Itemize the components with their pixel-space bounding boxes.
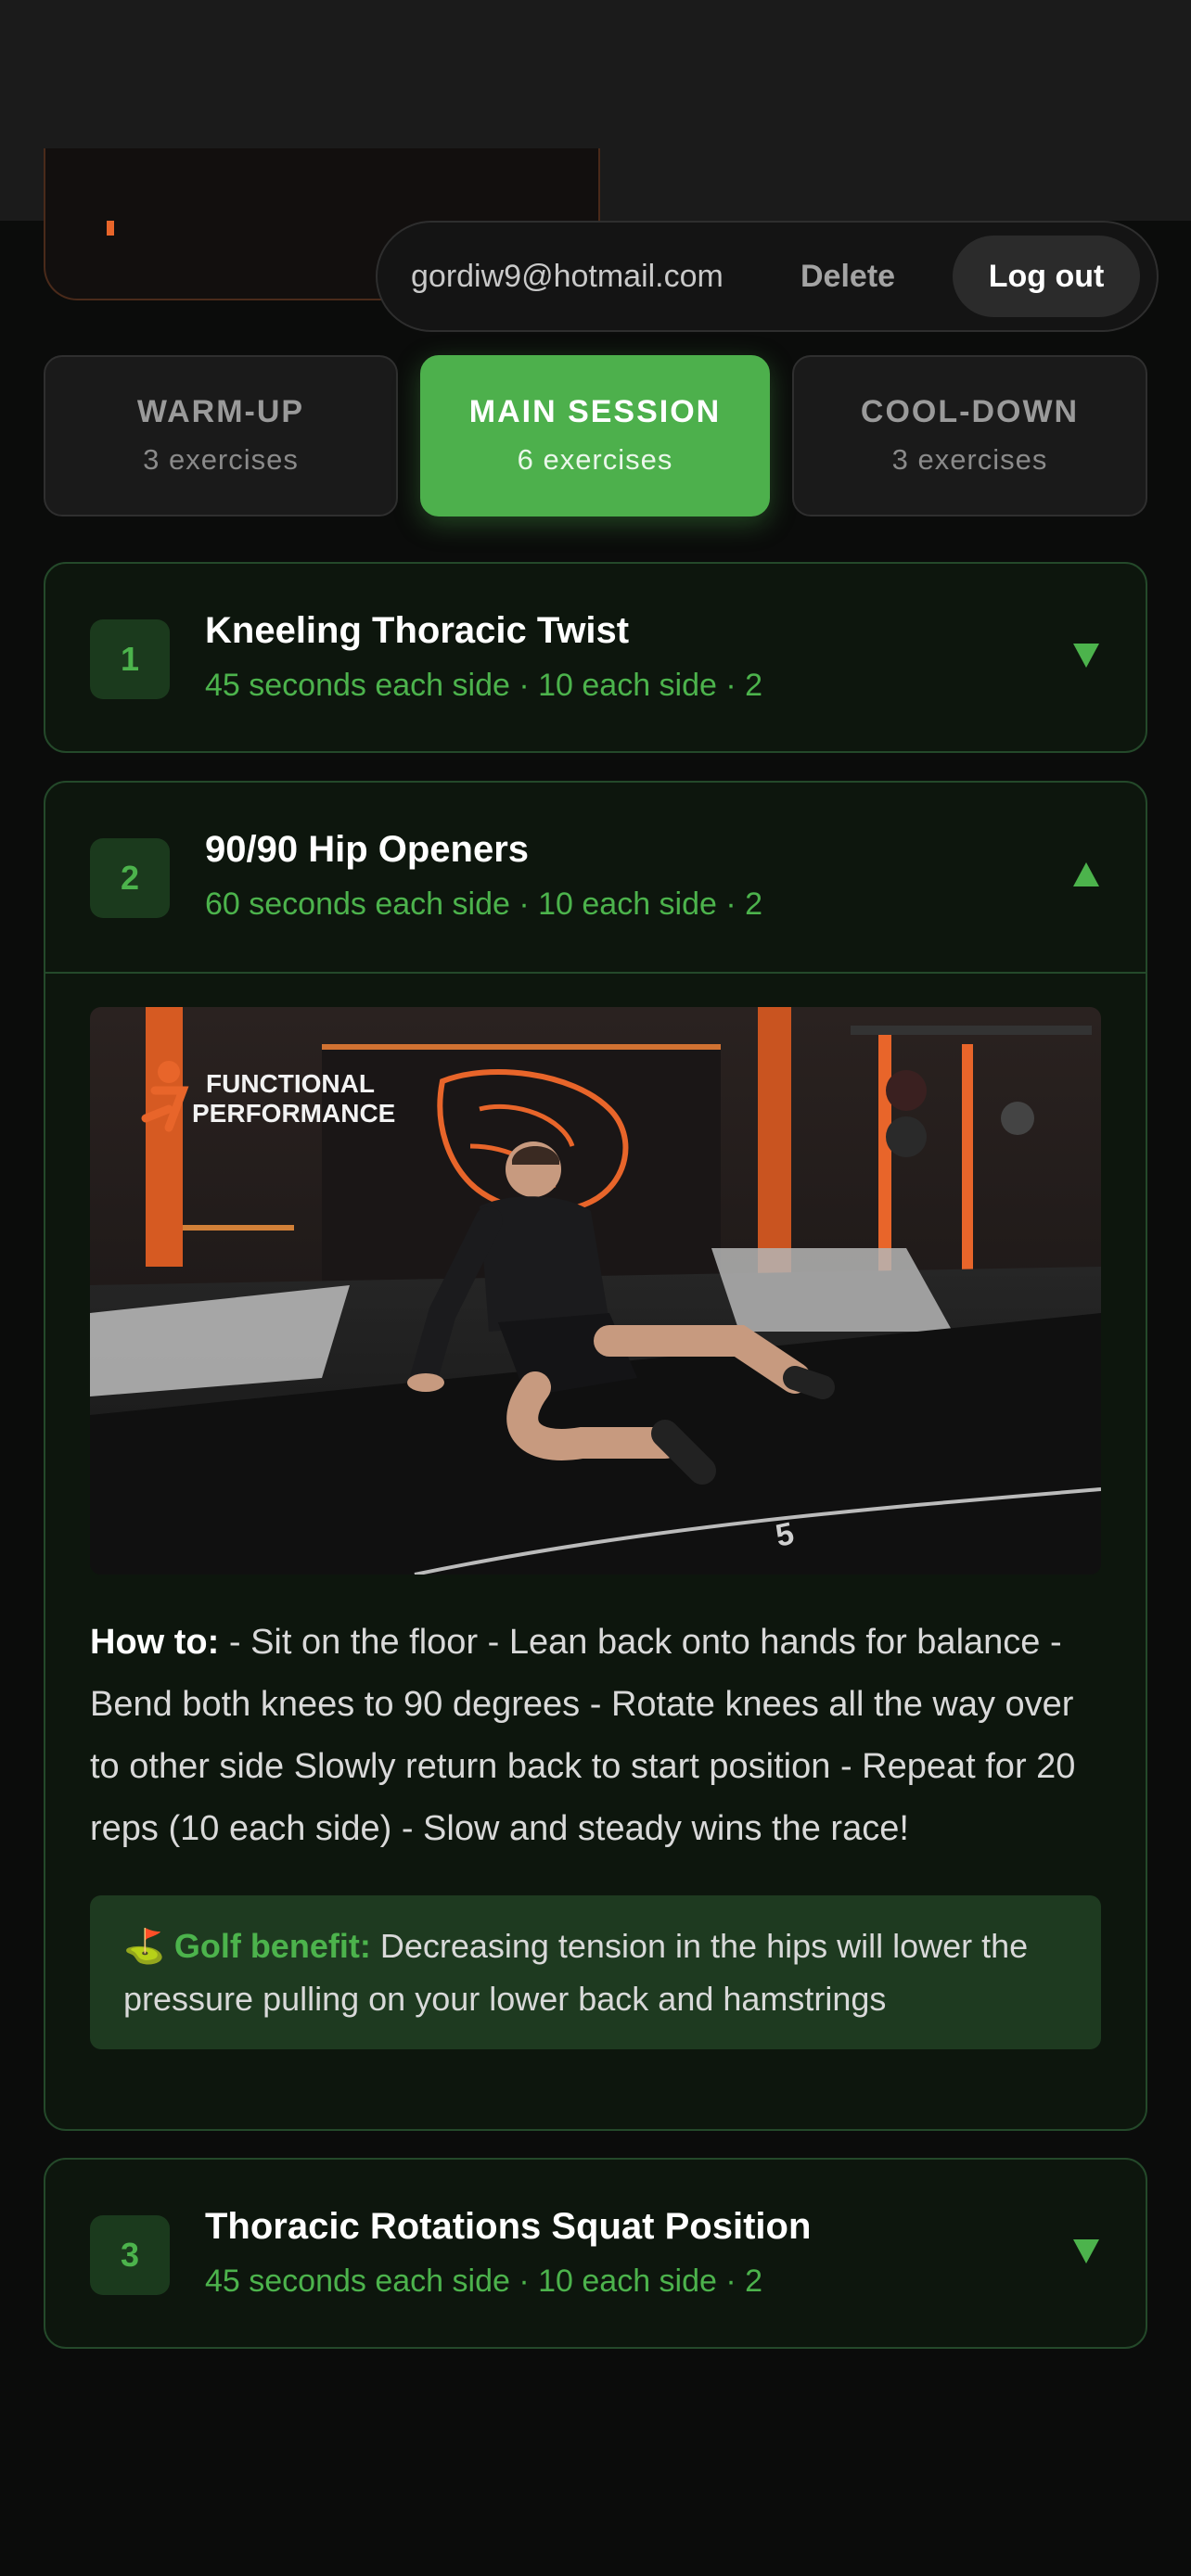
logout-button[interactable]: Log out bbox=[953, 236, 1140, 317]
how-to-label: How to: bbox=[90, 1623, 220, 1662]
tab-label: MAIN SESSION bbox=[468, 394, 722, 429]
exercise-video[interactable]: FUNCTIONAL PERFORMANCE 5 bbox=[90, 1007, 1101, 1575]
exercise-card: 1 Kneeling Thoracic Twist 45 seconds eac… bbox=[44, 562, 1147, 753]
progress-tick bbox=[107, 221, 114, 236]
exercise-meta: 60 seconds each side · 10 each side · 2 bbox=[205, 886, 763, 922]
exercise-header[interactable]: 2 90/90 Hip Openers 60 seconds each side… bbox=[45, 783, 1146, 972]
exercise-title: Kneeling Thoracic Twist bbox=[205, 610, 630, 651]
tab-count: 6 exercises bbox=[517, 443, 673, 476]
exercise-card-expanded: 2 90/90 Hip Openers 60 seconds each side… bbox=[44, 781, 1147, 2131]
tab-warm-up[interactable]: WARM-UP 3 exercises bbox=[44, 355, 398, 516]
exercise-meta: 45 seconds each side · 10 each side · 2 bbox=[205, 668, 763, 703]
chevron-down-icon[interactable] bbox=[1073, 2239, 1099, 2264]
golf-flag-icon: ⛳ bbox=[123, 1927, 165, 1965]
golf-benefit-box: ⛳ Golf benefit: Decreasing tension in the… bbox=[90, 1895, 1101, 2049]
exercise-header[interactable]: 3 Thoracic Rotations Squat Position 45 s… bbox=[45, 2160, 1146, 2347]
video-brand-text-2: PERFORMANCE bbox=[192, 1099, 395, 1128]
exercise-number: 1 bbox=[90, 619, 170, 699]
tab-count: 3 exercises bbox=[891, 443, 1048, 476]
tab-main-session[interactable]: MAIN SESSION 6 exercises bbox=[420, 355, 770, 516]
how-to-text: How to: - Sit on the floor - Lean back o… bbox=[90, 1612, 1101, 1860]
account-menu: gordiw9@hotmail.com Delete Log out bbox=[376, 221, 1159, 332]
benefit-label: Golf benefit: bbox=[173, 1927, 371, 1965]
exercise-number: 3 bbox=[90, 2215, 170, 2295]
exercise-card: 3 Thoracic Rotations Squat Position 45 s… bbox=[44, 2158, 1147, 2349]
tab-label: WARM-UP bbox=[136, 394, 305, 429]
delete-account-button[interactable]: Delete bbox=[800, 223, 895, 330]
exercise-title: 90/90 Hip Openers bbox=[205, 829, 530, 870]
exercise-header[interactable]: 1 Kneeling Thoracic Twist 45 seconds eac… bbox=[45, 564, 1146, 751]
exercise-number: 2 bbox=[90, 838, 170, 918]
exercise-title: Thoracic Rotations Squat Position bbox=[205, 2206, 812, 2247]
video-brand-text: FUNCTIONAL bbox=[206, 1069, 375, 1098]
exercise-meta: 45 seconds each side · 10 each side · 2 bbox=[205, 2264, 763, 2299]
video-frame: FUNCTIONAL PERFORMANCE 5 bbox=[90, 1007, 1101, 1575]
chevron-up-icon[interactable] bbox=[1073, 862, 1099, 886]
how-to-body: - Sit on the floor - Lean back onto hand… bbox=[90, 1623, 1076, 1848]
tab-cool-down[interactable]: COOL-DOWN 3 exercises bbox=[792, 355, 1147, 516]
chevron-down-icon[interactable] bbox=[1073, 644, 1099, 668]
tab-count: 3 exercises bbox=[143, 443, 299, 476]
tab-label: COOL-DOWN bbox=[860, 394, 1080, 429]
divider bbox=[45, 972, 1146, 974]
account-email: gordiw9@hotmail.com bbox=[411, 259, 724, 294]
